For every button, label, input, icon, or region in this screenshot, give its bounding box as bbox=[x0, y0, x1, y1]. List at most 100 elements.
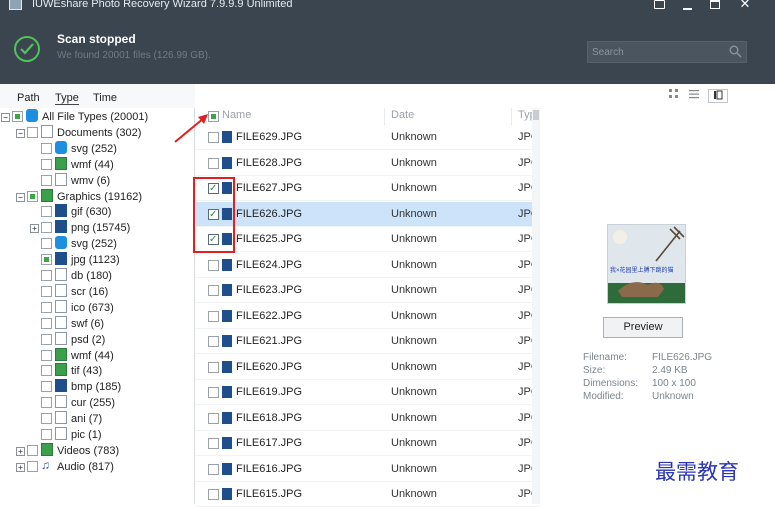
tree-checkbox[interactable] bbox=[41, 413, 52, 425]
tree-checkbox[interactable] bbox=[41, 206, 52, 218]
tree-item-label: bmp (185) bbox=[71, 381, 122, 394]
column-date[interactable]: Date bbox=[391, 109, 414, 121]
search-input[interactable] bbox=[588, 42, 726, 62]
tree-item[interactable]: wmf (44) bbox=[0, 156, 195, 173]
file-row[interactable]: FILE627.JPG Unknown JPG bbox=[196, 176, 540, 201]
thumbnail-view-icon[interactable] bbox=[666, 89, 682, 103]
tree-checkbox[interactable] bbox=[41, 285, 52, 297]
tree-item[interactable]: jpg (1123) bbox=[0, 252, 195, 268]
tree-item[interactable]: svg (252) bbox=[0, 236, 195, 252]
tab-type[interactable]: Type bbox=[55, 92, 79, 105]
tab-time[interactable]: Time bbox=[93, 92, 117, 104]
file-checkbox[interactable] bbox=[208, 412, 219, 424]
file-checkbox[interactable] bbox=[208, 361, 219, 373]
tree-item[interactable]: scr (16) bbox=[0, 283, 195, 300]
tree-checkbox[interactable] bbox=[41, 429, 52, 440]
list-view-icon[interactable] bbox=[686, 89, 702, 103]
file-row[interactable]: FILE628.JPG Unknown JPG bbox=[196, 150, 540, 176]
file-row[interactable]: FILE624.JPG Unknown JPG bbox=[196, 252, 540, 278]
tree-item[interactable]: psd (2) bbox=[0, 331, 195, 348]
file-type: JPG bbox=[518, 207, 532, 220]
tree-item[interactable]: bmp (185) bbox=[0, 379, 195, 395]
expand-icon[interactable]: + bbox=[16, 446, 25, 456]
column-name[interactable]: Name bbox=[222, 109, 251, 121]
file-checkbox[interactable] bbox=[208, 489, 219, 500]
tree-checkbox[interactable] bbox=[27, 126, 38, 138]
tree-checkbox[interactable] bbox=[41, 222, 52, 234]
preview-button[interactable]: Preview bbox=[603, 317, 683, 338]
tree-checkbox[interactable] bbox=[41, 158, 52, 170]
tree-checkbox[interactable] bbox=[41, 142, 52, 154]
tab-path[interactable]: Path bbox=[17, 92, 40, 104]
detail-view-icon[interactable] bbox=[708, 89, 728, 103]
tree-item[interactable]: ico (673) bbox=[0, 299, 195, 316]
expand-icon[interactable]: + bbox=[16, 462, 25, 472]
collapse-icon[interactable]: − bbox=[16, 128, 25, 138]
tree-checkbox[interactable] bbox=[41, 174, 52, 186]
file-checkbox[interactable] bbox=[208, 310, 219, 322]
expand-icon[interactable]: + bbox=[30, 224, 39, 234]
tree-item-label: jpg (1123) bbox=[71, 254, 120, 267]
tree-checkbox[interactable] bbox=[41, 349, 52, 361]
tree-item[interactable]: ani (7) bbox=[0, 411, 195, 427]
tree-item[interactable]: wmf (44) bbox=[0, 347, 195, 364]
tree-item[interactable]: + ♫ Audio (817) bbox=[0, 458, 195, 475]
tree-item[interactable]: wmv (6) bbox=[0, 172, 195, 189]
list-scrollbar[interactable] bbox=[532, 108, 540, 504]
file-checkbox[interactable] bbox=[208, 259, 219, 271]
tree-checkbox[interactable] bbox=[41, 238, 52, 250]
file-row[interactable]: FILE626.JPG Unknown JPG bbox=[196, 201, 540, 227]
file-row[interactable]: FILE619.JPG Unknown JPG bbox=[196, 380, 540, 405]
maximize-icon[interactable] bbox=[704, 0, 726, 11]
file-row[interactable]: FILE618.JPG Unknown JPG bbox=[196, 405, 540, 431]
file-row[interactable]: FILE625.JPG Unknown JPG bbox=[196, 227, 540, 252]
file-checkbox[interactable] bbox=[208, 336, 219, 347]
tree-checkbox[interactable] bbox=[41, 270, 52, 281]
close-icon[interactable]: ✕ bbox=[734, 0, 756, 11]
tree-item[interactable]: + Videos (783) bbox=[0, 442, 195, 459]
tree-checkbox[interactable] bbox=[41, 365, 52, 377]
file-row[interactable]: FILE621.JPG Unknown JPG bbox=[196, 329, 540, 354]
search-icon[interactable] bbox=[729, 45, 742, 58]
minimize-icon[interactable] bbox=[676, 0, 698, 11]
menu-icon[interactable] bbox=[648, 0, 670, 11]
tree-checkbox[interactable] bbox=[41, 397, 52, 409]
tree-checkbox[interactable] bbox=[41, 254, 52, 266]
tree-checkbox[interactable] bbox=[41, 381, 52, 393]
tree-item[interactable]: swf (6) bbox=[0, 315, 195, 332]
file-checkbox[interactable] bbox=[208, 438, 219, 449]
tree-checkbox[interactable] bbox=[27, 444, 38, 456]
collapse-icon[interactable]: − bbox=[1, 113, 10, 122]
tree-item[interactable]: pic (1) bbox=[0, 427, 195, 443]
file-checkbox[interactable] bbox=[208, 157, 219, 169]
tree-checkbox[interactable] bbox=[27, 190, 38, 202]
file-row[interactable]: FILE622.JPG Unknown JPG bbox=[196, 303, 540, 329]
tree-item[interactable]: tif (43) bbox=[0, 363, 195, 379]
tree-item[interactable]: gif (630) bbox=[0, 204, 195, 220]
collapse-icon[interactable]: − bbox=[16, 192, 25, 202]
dark-icon bbox=[55, 379, 67, 393]
file-name: FILE618.JPG bbox=[236, 411, 303, 424]
file-row[interactable]: FILE616.JPG Unknown JPG bbox=[196, 456, 540, 482]
tree-item[interactable]: − Graphics (19162) bbox=[0, 188, 195, 205]
file-icon bbox=[55, 395, 67, 409]
tree-item[interactable]: db (180) bbox=[0, 268, 195, 284]
file-checkbox[interactable] bbox=[208, 285, 219, 296]
file-row[interactable]: FILE620.JPG Unknown JPG bbox=[196, 354, 540, 380]
tree-checkbox[interactable] bbox=[41, 301, 52, 313]
file-checkbox[interactable] bbox=[208, 463, 219, 475]
file-type: JPG bbox=[518, 258, 532, 271]
search-box[interactable] bbox=[587, 41, 747, 63]
tree-item[interactable]: + png (15745) bbox=[0, 220, 195, 236]
tree-item[interactable]: cur (255) bbox=[0, 395, 195, 411]
file-row[interactable]: FILE615.JPG Unknown JPG bbox=[196, 482, 540, 507]
file-row[interactable]: FILE617.JPG Unknown JPG bbox=[196, 431, 540, 456]
tree-checkbox[interactable] bbox=[12, 111, 23, 122]
file-checkbox[interactable] bbox=[208, 387, 219, 398]
tree-checkbox[interactable] bbox=[41, 317, 52, 329]
tree-checkbox[interactable] bbox=[41, 333, 52, 345]
tree-checkbox[interactable] bbox=[27, 460, 38, 472]
file-row[interactable]: FILE629.JPG Unknown JPG bbox=[196, 125, 540, 150]
list-scrollbar-thumb[interactable] bbox=[533, 110, 539, 120]
file-row[interactable]: FILE623.JPG Unknown JPG bbox=[196, 278, 540, 303]
